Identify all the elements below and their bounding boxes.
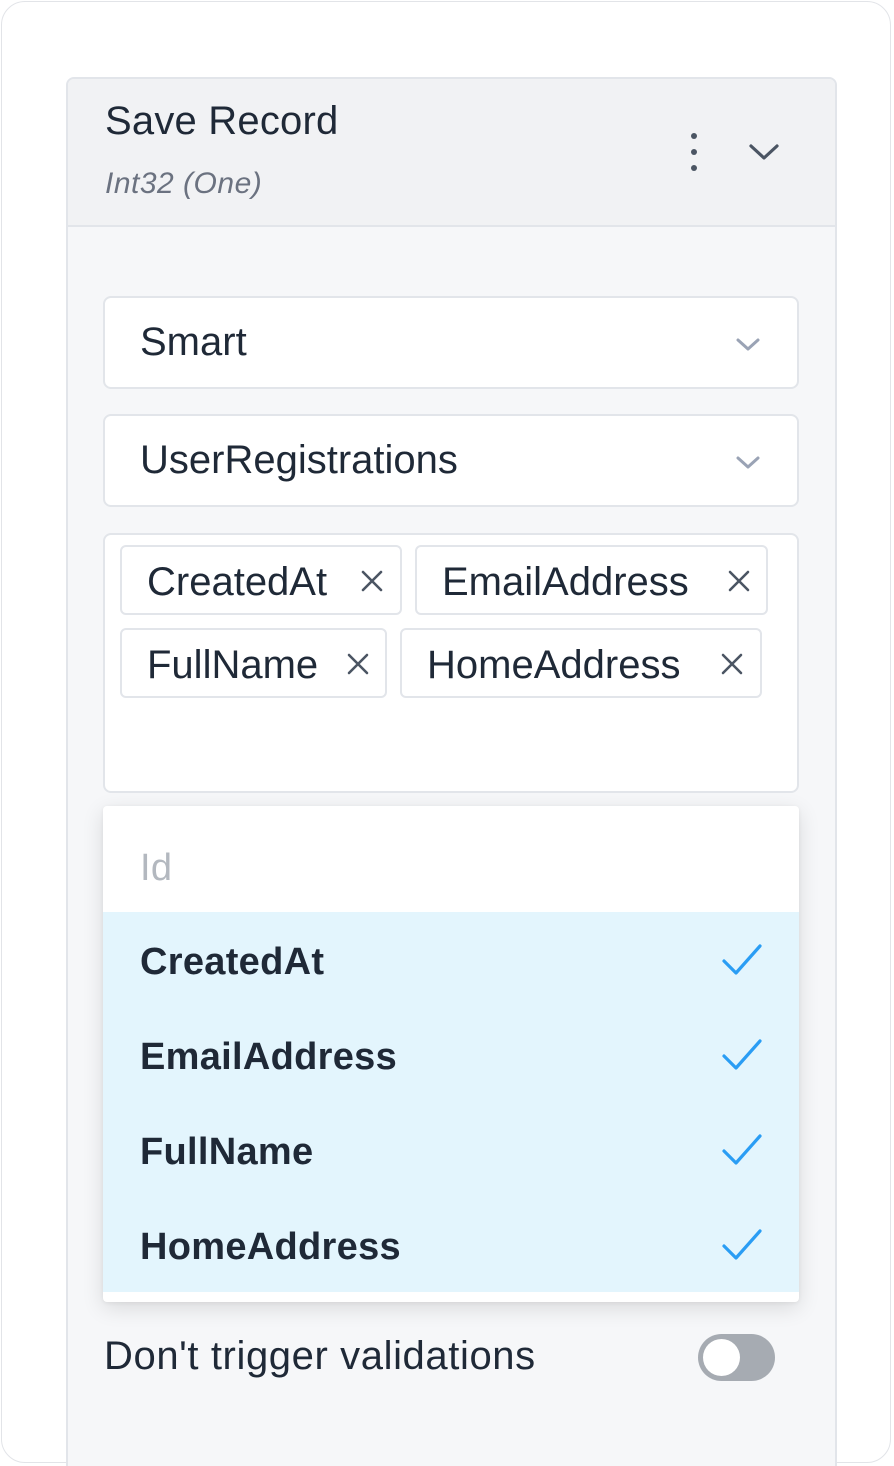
chevron-down-icon xyxy=(736,338,760,351)
close-icon[interactable] xyxy=(346,652,370,676)
dropdown-option-emailaddress[interactable]: EmailAddress xyxy=(103,1007,799,1102)
chevron-down-icon xyxy=(736,456,760,469)
panel-title: Save Record xyxy=(105,99,339,143)
field-tag: FullName xyxy=(120,628,387,698)
field-tag-label: CreatedAt xyxy=(147,560,328,604)
mode-select-value: Smart xyxy=(140,320,247,364)
dropdown-option-homeaddress[interactable]: HomeAddress xyxy=(103,1197,799,1292)
chevron-down-icon[interactable] xyxy=(746,137,782,167)
field-tag-label: HomeAddress xyxy=(427,643,681,687)
option-label: FullName xyxy=(140,1131,314,1173)
option-label: Id xyxy=(140,847,173,889)
panel-header[interactable]: Save Record Int32 (One) xyxy=(68,79,835,227)
option-label: CreatedAt xyxy=(140,941,325,983)
validation-toggle-label: Don't trigger validations xyxy=(104,1334,536,1378)
option-label: EmailAddress xyxy=(140,1036,398,1078)
panel-subtitle: Int32 (One) xyxy=(105,167,263,200)
validation-toggle[interactable] xyxy=(698,1334,775,1381)
field-tag: EmailAddress xyxy=(415,545,768,615)
close-icon[interactable] xyxy=(360,569,384,593)
close-icon[interactable] xyxy=(720,652,744,676)
field-tag-label: FullName xyxy=(147,643,319,687)
option-label: HomeAddress xyxy=(140,1226,401,1268)
dropdown-option-createdat[interactable]: CreatedAt xyxy=(103,912,799,1007)
fields-dropdown-menu: Id CreatedAt EmailAddress FullName HomeA… xyxy=(103,806,799,1302)
table-select-value: UserRegistrations xyxy=(140,438,458,482)
dropdown-option-id[interactable]: Id xyxy=(103,818,799,913)
toggle-knob xyxy=(703,1339,740,1376)
close-icon[interactable] xyxy=(727,569,751,593)
field-tag: CreatedAt xyxy=(120,545,402,615)
field-tag-label: EmailAddress xyxy=(442,560,689,604)
checkmark-icon xyxy=(722,1039,762,1070)
dropdown-option-fullname[interactable]: FullName xyxy=(103,1102,799,1197)
more-vertical-icon[interactable] xyxy=(684,133,704,173)
mode-select[interactable]: Smart xyxy=(103,296,799,389)
fields-multiselect[interactable]: CreatedAt EmailAddress FullName HomeAddr… xyxy=(103,533,799,793)
field-tag: HomeAddress xyxy=(400,628,762,698)
checkmark-icon xyxy=(722,1229,762,1260)
table-select[interactable]: UserRegistrations xyxy=(103,414,799,507)
checkmark-icon xyxy=(722,1134,762,1165)
checkmark-icon xyxy=(722,944,762,975)
